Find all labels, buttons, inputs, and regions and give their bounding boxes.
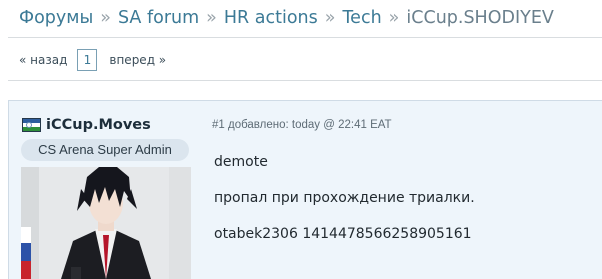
divider: [8, 37, 602, 38]
post-meta: #1 добавлено: today @ 22:41 EAT: [212, 119, 392, 131]
breadcrumb: Форумы » SA forum » HR actions » Tech » iCCup.SH…: [19, 7, 554, 29]
breadcrumb-separator: »: [100, 8, 111, 28]
page-number-current[interactable]: 1: [77, 49, 98, 71]
breadcrumb-separator: »: [324, 8, 336, 28]
pagination: « назад 1 вперед »: [19, 49, 166, 71]
breadcrumb-separator: »: [206, 8, 217, 28]
breadcrumb-separator: »: [388, 8, 400, 28]
author-username[interactable]: iCCup.Moves: [46, 117, 151, 133]
uzbekistan-flag-icon: [22, 118, 41, 132]
post-line-3: otabek2306 1414478566258905161: [214, 226, 472, 242]
post-line-2: пропал при прохождение триалки.: [214, 190, 475, 206]
author-role-badge: CS Arena Super Admin: [21, 139, 189, 161]
avatar[interactable]: [21, 167, 191, 279]
next-page-link[interactable]: вперед »: [109, 53, 166, 67]
prev-page-link[interactable]: « назад: [19, 53, 67, 67]
breadcrumb-sa-forum[interactable]: SA forum: [118, 8, 199, 28]
breadcrumb-current: iCCup.SHODIYEV: [406, 8, 554, 28]
breadcrumb-hr-actions[interactable]: HR actions: [224, 8, 318, 28]
avatar-image: [21, 167, 191, 279]
author-line: iCCup.Moves: [22, 116, 151, 134]
divider: [8, 80, 602, 81]
post-line-1: demote: [214, 154, 268, 170]
breadcrumb-tech[interactable]: Tech: [342, 8, 381, 28]
breadcrumb-forums[interactable]: Форумы: [19, 8, 93, 28]
post: iCCup.Moves CS Arena Super Admin #1 доба…: [8, 100, 602, 279]
